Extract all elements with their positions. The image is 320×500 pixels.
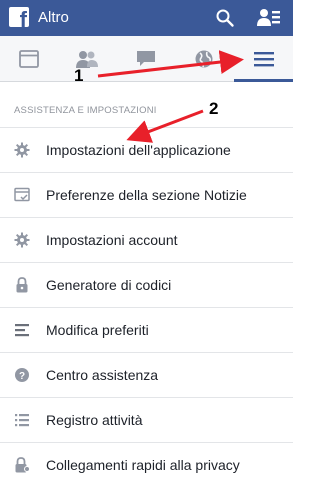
annotation-label-2: 2 <box>209 99 219 118</box>
annotation-arrow-2 <box>126 109 204 143</box>
annotation-overlay <box>97 50 244 143</box>
annotation-arrow-1 <box>97 50 244 78</box>
annotation-label-1: 1 <box>74 66 84 85</box>
